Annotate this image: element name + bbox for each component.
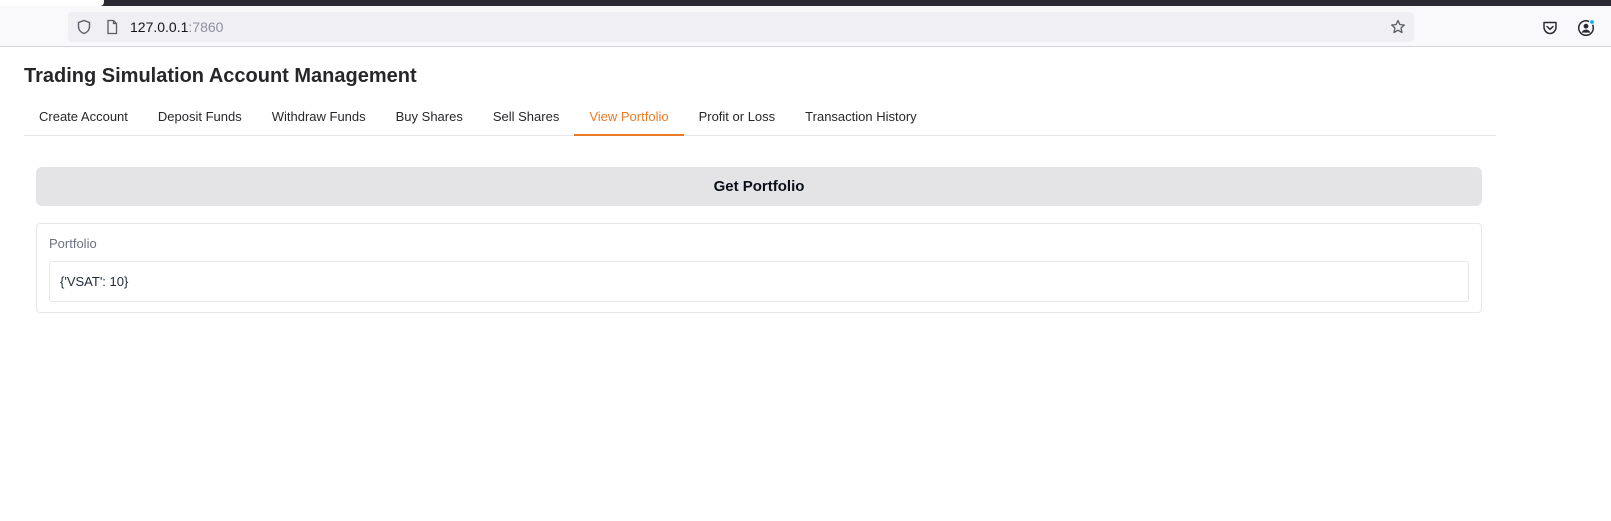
get-portfolio-button[interactable]: Get Portfolio	[36, 167, 1482, 206]
pocket-icon[interactable]	[1541, 19, 1559, 37]
tab-sell-shares[interactable]: Sell Shares	[478, 103, 574, 136]
account-icon[interactable]	[1577, 19, 1595, 37]
url-port: :7860	[188, 19, 224, 35]
tab-transaction-history[interactable]: Transaction History	[790, 103, 932, 136]
portfolio-label: Portfolio	[49, 236, 97, 251]
tab-create-account[interactable]: Create Account	[24, 103, 143, 136]
portfolio-output-panel: Portfolio {'VSAT': 10}	[36, 223, 1482, 313]
tab-withdraw-funds[interactable]: Withdraw Funds	[257, 103, 381, 136]
tab-view-portfolio[interactable]: View Portfolio	[574, 103, 684, 136]
portfolio-output-field[interactable]: {'VSAT': 10}	[49, 261, 1469, 302]
url-host: 127.0.0.1	[130, 19, 189, 35]
shield-icon[interactable]	[76, 19, 92, 35]
tab-deposit-funds[interactable]: Deposit Funds	[143, 103, 257, 136]
tab-profit-or-loss[interactable]: Profit or Loss	[684, 103, 791, 136]
url-text[interactable]: 127.0.0.1:7860	[130, 19, 223, 35]
tab-buy-shares[interactable]: Buy Shares	[381, 103, 478, 136]
bookmark-star-icon[interactable]	[1390, 19, 1406, 35]
tab-bar: Create Account Deposit Funds Withdraw Fu…	[24, 103, 1496, 136]
page-icon	[107, 19, 118, 35]
page-title: Trading Simulation Account Management	[24, 65, 417, 87]
url-bar[interactable]: 127.0.0.1:7860	[68, 12, 1414, 42]
browser-toolbar: 127.0.0.1:7860	[0, 6, 1611, 47]
